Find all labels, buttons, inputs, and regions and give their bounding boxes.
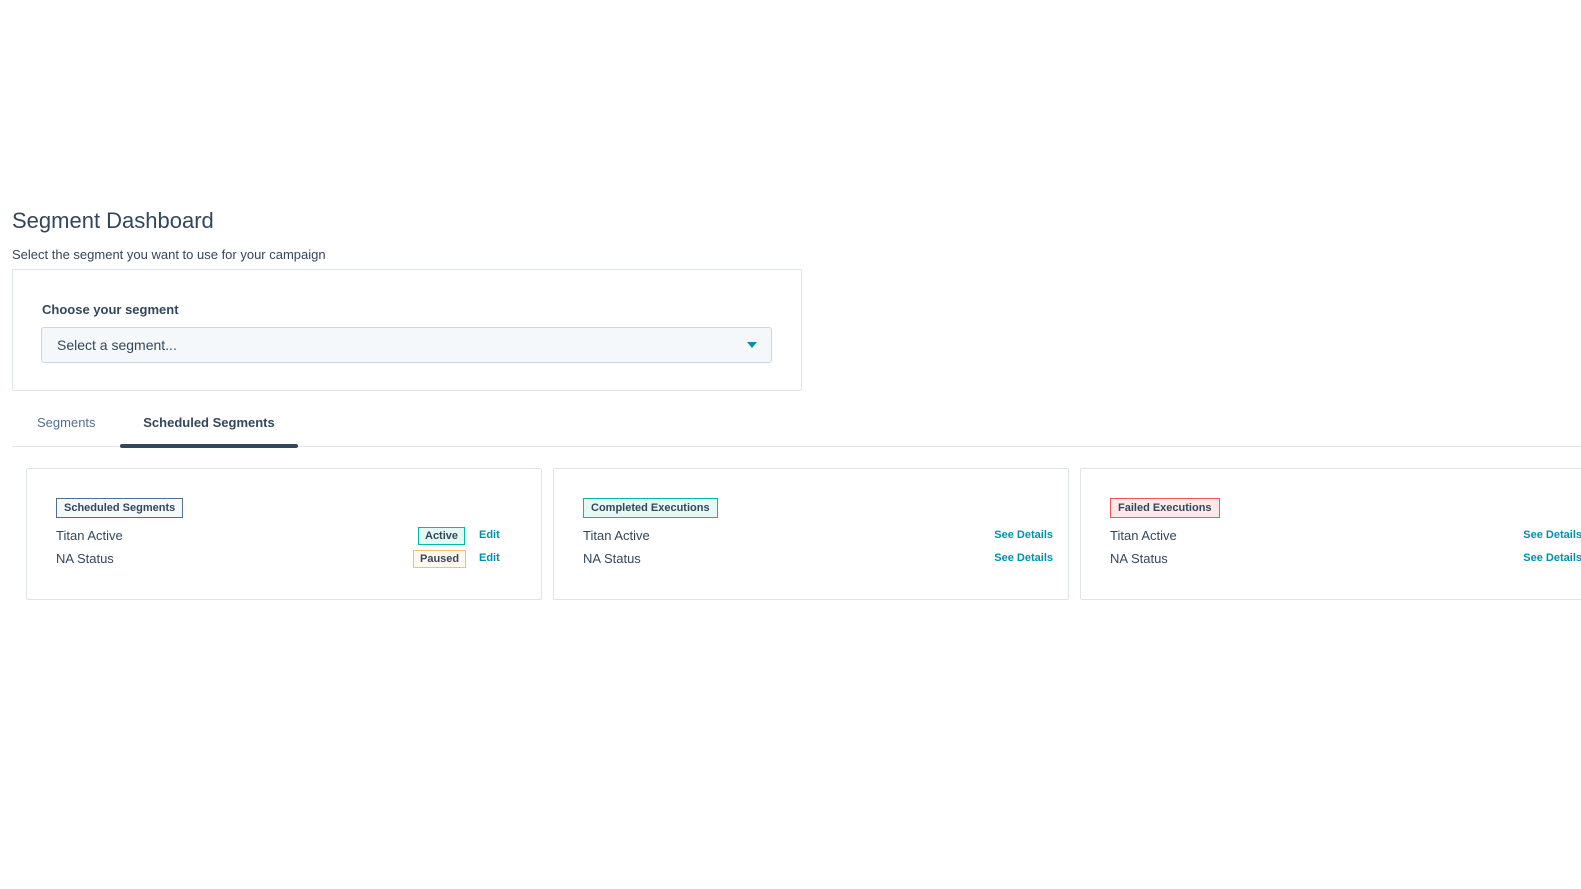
list-item: NA Status See Details: [1110, 550, 1581, 570]
segment-name: NA Status: [1110, 551, 1168, 566]
page-title: Segment Dashboard: [12, 208, 214, 233]
list-item: NA Status Paused Edit: [56, 550, 526, 570]
segment-select-placeholder: Select a segment...: [57, 337, 177, 353]
segment-dashboard: Segment Dashboard Select the segment you…: [12, 205, 1581, 600]
see-details-link[interactable]: See Details: [1523, 529, 1581, 541]
status-badge: Active: [418, 527, 466, 545]
segment-name: Titan Active: [1110, 528, 1177, 543]
scheduled-segments-tag: Scheduled Segments: [56, 498, 184, 518]
segment-picker-card: Choose your segment Select a segment...: [12, 269, 802, 391]
see-details-link[interactable]: See Details: [1523, 552, 1581, 564]
segment-picker-label: Choose your segment: [42, 302, 179, 317]
list-item: NA Status See Details: [583, 550, 1053, 570]
active-tab-indicator: [120, 444, 298, 448]
completed-executions-card: Completed Executions Titan Active See De…: [553, 468, 1069, 600]
segment-name: Titan Active: [56, 528, 123, 543]
completed-executions-tag: Completed Executions: [583, 498, 718, 518]
failed-executions-card: Failed Executions Titan Active See Detai…: [1080, 468, 1581, 600]
scheduled-segments-card: Scheduled Segments Titan Active Active E…: [26, 468, 542, 600]
failed-executions-tag: Failed Executions: [1110, 498, 1220, 518]
tab-segments[interactable]: Segments: [37, 415, 96, 430]
status-badge: Paused: [413, 550, 467, 568]
segment-select[interactable]: Select a segment...: [41, 327, 772, 363]
list-item: Titan Active See Details: [583, 527, 1053, 547]
see-details-link[interactable]: See Details: [994, 529, 1053, 541]
edit-link[interactable]: Edit: [479, 529, 500, 541]
list-item: Titan Active See Details: [1110, 527, 1581, 547]
caret-down-icon: [747, 342, 757, 348]
tab-scheduled-segments[interactable]: Scheduled Segments: [120, 415, 298, 430]
segment-name: Titan Active: [583, 528, 650, 543]
see-details-link[interactable]: See Details: [994, 552, 1053, 564]
segment-name: NA Status: [56, 551, 114, 566]
page-subtitle: Select the segment you want to use for y…: [12, 247, 326, 262]
list-item: Titan Active Active Edit: [56, 527, 526, 547]
edit-link[interactable]: Edit: [479, 552, 500, 564]
tab-bar: Segments Scheduled Segments: [12, 413, 1581, 448]
segment-name: NA Status: [583, 551, 641, 566]
